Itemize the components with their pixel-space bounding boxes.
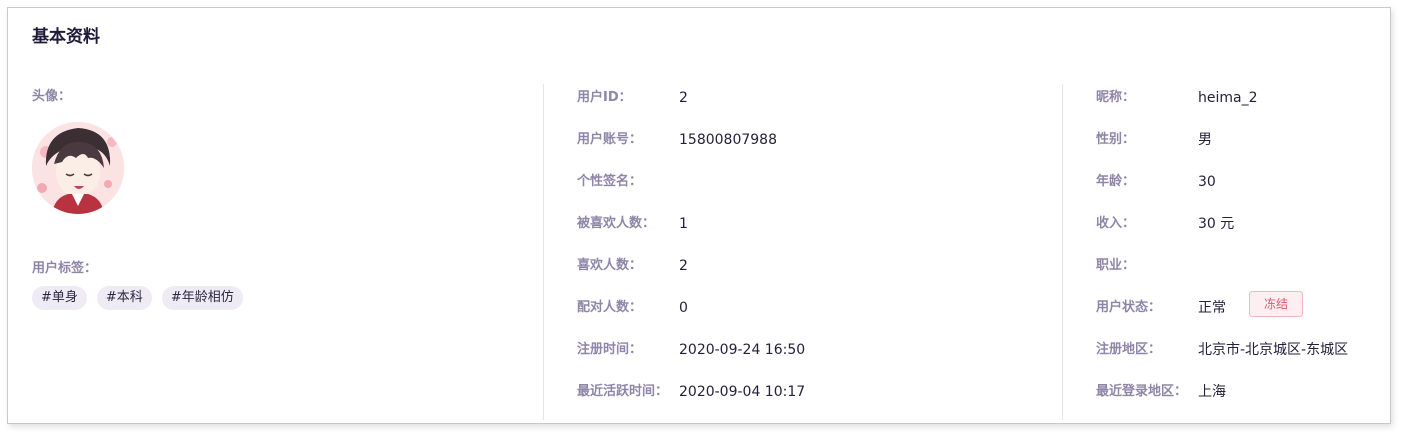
field-value: 正常: [1198, 300, 1226, 316]
field-label: 年龄：: [1096, 174, 1136, 189]
page-frame: 基本资料 头像： 用户标签： #单身 #本科 #年龄相仿 用户ID： 2 用户账…: [0, 0, 1403, 437]
field-label: 注册地区：: [1096, 342, 1162, 357]
avatar: [32, 122, 124, 214]
field-label: 被喜欢人数：: [577, 216, 656, 231]
field-value: 上海: [1198, 384, 1226, 400]
field-label: 职业：: [1096, 258, 1136, 273]
field-value: 男: [1198, 132, 1212, 148]
field-label: 个性签名：: [577, 174, 643, 189]
field-label: 收入：: [1096, 216, 1136, 231]
field-value: 1: [679, 216, 688, 232]
field-label: 注册时间：: [577, 342, 643, 357]
field-label: 最近活跃时间：: [577, 384, 669, 399]
tags-label: 用户标签：: [32, 261, 98, 276]
freeze-button[interactable]: 冻结: [1249, 291, 1303, 317]
tag-bachelor: #本科: [96, 286, 152, 310]
field-value: 30: [1198, 174, 1216, 190]
field-value: 2: [679, 90, 688, 106]
field-label: 昵称：: [1096, 90, 1136, 105]
tag-single: #单身: [32, 286, 87, 310]
column-divider: [1062, 84, 1063, 420]
field-label: 用户状态：: [1096, 300, 1162, 315]
field-label: 用户账号：: [577, 132, 643, 147]
field-value: 北京市-北京城区-东城区: [1198, 342, 1349, 358]
field-label: 喜欢人数：: [577, 258, 643, 273]
field-value: 2020-09-24 16:50: [679, 342, 806, 358]
field-value: heima_2: [1198, 90, 1258, 106]
tag-similar-age: #年龄相仿: [161, 286, 243, 310]
column-divider: [543, 84, 544, 420]
field-value: 15800807988: [679, 132, 777, 148]
field-label: 性别：: [1096, 132, 1136, 147]
avatar-label: 头像：: [32, 89, 72, 104]
field-value: 2: [679, 258, 688, 274]
field-label: 用户ID：: [577, 90, 632, 105]
field-value: 2020-09-04 10:17: [679, 384, 806, 400]
tags-list: #单身 #本科 #年龄相仿: [32, 286, 243, 310]
field-label: 最近登录地区：: [1096, 384, 1188, 399]
basic-info-card: 基本资料 头像： 用户标签： #单身 #本科 #年龄相仿 用户ID： 2 用户账…: [7, 7, 1391, 424]
section-title: 基本资料: [32, 27, 100, 47]
field-label: 配对人数：: [577, 300, 643, 315]
field-value: 30 元: [1198, 216, 1235, 232]
avatar-image: [32, 122, 124, 214]
field-value: 0: [679, 300, 688, 316]
